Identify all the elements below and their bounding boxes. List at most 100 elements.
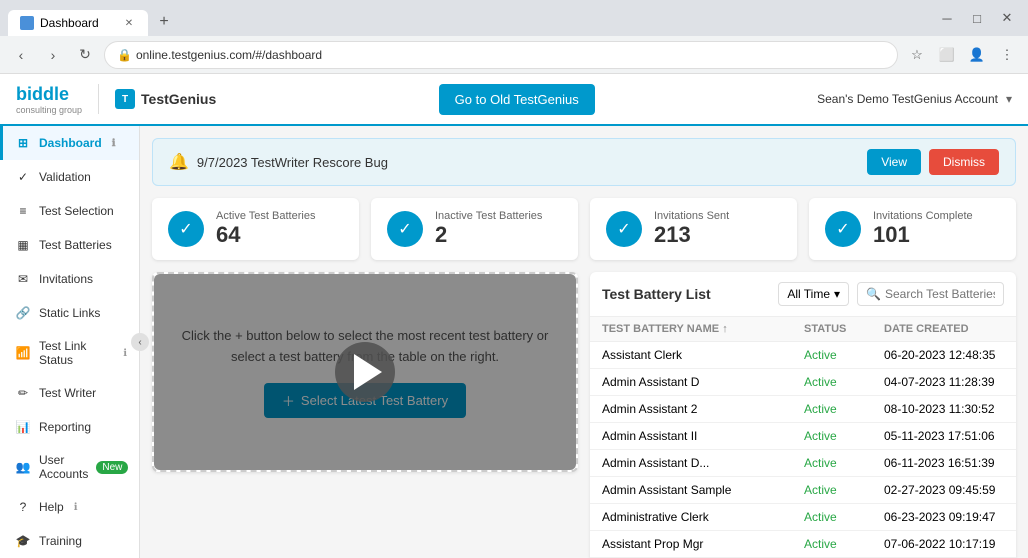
dashboard-icon: ⊞ [15,135,31,151]
maximize-button[interactable]: □ [964,5,990,31]
search-input[interactable] [885,287,995,301]
main-content: 🔔 9/7/2023 TestWriter Rescore Bug View D… [140,126,1028,558]
table-row[interactable]: Administrative ClerkActive06-23-2023 09:… [590,504,1016,531]
url-text: online.testgenius.com/#/dashboard [136,48,322,62]
stat-active-batteries: ✓ Active Test Batteries 64 [152,198,359,260]
battery-list-title: Test Battery List [602,286,711,302]
dashboard-info-icon: ℹ [112,138,116,149]
sidebar-item-validation[interactable]: ✓ Validation [0,160,139,194]
browser-nav: ‹ › ↻ 🔒 online.testgenius.com/#/dashboar… [0,36,1028,74]
col-name: TEST BATTERY NAME ↑ [602,323,804,335]
header-right[interactable]: Sean's Demo TestGenius Account ▾ [817,92,1012,106]
menu-button[interactable]: ⋮ [994,42,1020,68]
invitations-sent-label: Invitations Sent [654,210,729,222]
forward-button[interactable]: › [40,42,66,68]
extensions-button[interactable]: ⬜ [934,42,960,68]
alert-text: 🔔 9/7/2023 TestWriter Rescore Bug [169,152,388,172]
reporting-label: Reporting [39,420,91,434]
tab-label: Dashboard [40,16,99,30]
app-container: biddle consulting group T TestGenius Go … [0,74,1028,558]
sidebar-item-help[interactable]: ? Help ℹ [0,490,139,524]
battery-list-panel: Test Battery List All Time ▾ 🔍 [590,272,1016,558]
testgenius-name: TestGenius [141,91,216,107]
sidebar-item-test-batteries[interactable]: ▦ Test Batteries [0,228,139,262]
sidebar-item-dashboard[interactable]: ⊞ Dashboard ℹ [0,126,139,160]
tg-icon: T [115,89,135,109]
sidebar-item-test-selection[interactable]: ≡ Test Selection [0,194,139,228]
active-tab[interactable]: Dashboard ✕ [8,10,148,36]
table-row[interactable]: Assistant Prop MgrActive07-06-2022 10:17… [590,531,1016,558]
reporting-icon: 📊 [15,419,31,435]
refresh-button[interactable]: ↻ [72,42,98,68]
sidebar-item-static-links[interactable]: 🔗 Static Links [0,296,139,330]
table-row[interactable]: Admin Assistant SampleActive02-27-2023 0… [590,477,1016,504]
help-info-icon: ℹ [74,502,78,513]
new-tab-button[interactable]: + [150,8,178,36]
inactive-batteries-value: 2 [435,222,542,248]
browser-chrome: Dashboard ✕ + ─ □ ✕ [0,0,1028,36]
active-batteries-icon: ✓ [168,211,204,247]
play-triangle-icon [354,354,382,390]
active-batteries-info: Active Test Batteries 64 [216,210,315,248]
table-row[interactable]: Admin Assistant IIActive05-11-2023 17:51… [590,423,1016,450]
sidebar-item-test-writer[interactable]: ✏ Test Writer [0,376,139,410]
testgenius-logo: T TestGenius [115,89,216,109]
header-divider [98,84,99,114]
address-bar[interactable]: 🔒 online.testgenius.com/#/dashboard [104,41,898,69]
inactive-batteries-icon: ✓ [387,211,423,247]
profile-button[interactable]: 👤 [964,42,990,68]
validation-icon: ✓ [15,169,31,185]
table-row[interactable]: Admin Assistant 2Active08-10-2023 11:30:… [590,396,1016,423]
table-row[interactable]: Assistant ClerkActive06-20-2023 12:48:35 [590,342,1016,369]
stat-inactive-batteries: ✓ Inactive Test Batteries 2 [371,198,578,260]
test-batteries-icon: ▦ [15,237,31,253]
invitations-complete-info: Invitations Complete 101 [873,210,973,248]
minimize-button[interactable]: ─ [934,5,960,31]
account-label: Sean's Demo TestGenius Account [817,92,998,106]
static-links-icon: 🔗 [15,305,31,321]
help-icon: ? [15,499,31,515]
test-writer-icon: ✏ [15,385,31,401]
header-center: Go to Old TestGenius [439,84,595,115]
invitations-sent-icon: ✓ [606,211,642,247]
table-row[interactable]: Admin Assistant D...Active06-11-2023 16:… [590,450,1016,477]
stat-invitations-sent: ✓ Invitations Sent 213 [590,198,797,260]
time-filter-label: All Time [787,287,830,301]
sidebar-item-reporting[interactable]: 📊 Reporting [0,410,139,444]
time-filter-dropdown[interactable]: All Time ▾ [778,282,849,306]
invitations-complete-icon: ✓ [825,211,861,247]
play-button[interactable] [335,342,395,402]
user-accounts-icon: 👥 [15,459,31,475]
test-link-info-icon: ℹ [123,348,127,359]
back-button[interactable]: ‹ [8,42,34,68]
sidebar-item-training[interactable]: 🎓 Training [0,524,139,558]
sidebar-item-test-link-status[interactable]: 📶 Test Link Status ℹ [0,330,139,376]
stats-row: ✓ Active Test Batteries 64 ✓ Inactive Te… [152,198,1016,260]
invitations-icon: ✉ [15,271,31,287]
inactive-batteries-info: Inactive Test Batteries 2 [435,210,542,248]
sidebar-item-invitations[interactable]: ✉ Invitations [0,262,139,296]
tab-close-button[interactable]: ✕ [122,16,136,30]
go-old-button[interactable]: Go to Old TestGenius [439,84,595,115]
battery-list-filters: All Time ▾ 🔍 [778,282,1004,306]
time-filter-caret-icon: ▾ [834,287,840,301]
app-header: biddle consulting group T TestGenius Go … [0,74,1028,126]
view-button[interactable]: View [867,149,921,175]
battery-list-columns: TEST BATTERY NAME ↑ STATUS DATE CREATED [590,317,1016,342]
table-row[interactable]: Admin Assistant DActive04-07-2023 11:28:… [590,369,1016,396]
sidebar-wrapper: ⊞ Dashboard ℹ ✓ Validation ≡ Test Select… [0,126,140,558]
sidebar-toggle-button[interactable]: ‹ [131,333,149,351]
bookmark-button[interactable]: ☆ [904,42,930,68]
training-icon: 🎓 [15,533,31,549]
browser-nav-icons: ☆ ⬜ 👤 ⋮ [904,42,1020,68]
biddle-sub: consulting group [16,105,82,115]
col-date: DATE CREATED [884,323,1004,335]
biddle-logo: biddle consulting group [16,84,82,115]
left-panel: Click the + button below to select the m… [152,272,578,558]
video-overlay[interactable] [154,274,576,470]
alert-icon: 🔔 [169,152,189,172]
sidebar-item-user-accounts[interactable]: 👥 User Accounts New [0,444,139,490]
dismiss-button[interactable]: Dismiss [929,149,999,175]
battery-list-body: Assistant ClerkActive06-20-2023 12:48:35… [590,342,1016,558]
close-button[interactable]: ✕ [994,5,1020,31]
